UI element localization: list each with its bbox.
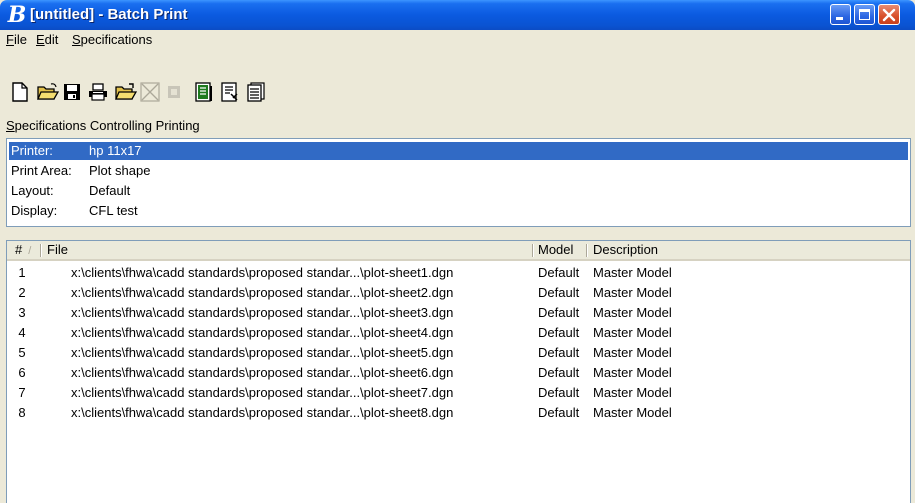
- menu-edit[interactable]: Edit: [36, 32, 58, 48]
- specifications-label: Specifications Controlling Printing: [6, 118, 200, 133]
- row-number: 5: [18, 345, 26, 360]
- printer-setup-button[interactable]: [192, 80, 216, 104]
- print-icon: [89, 83, 107, 101]
- page-setup-icon: [221, 82, 238, 102]
- spec-key: Printer:: [11, 143, 53, 158]
- specifications-list[interactable]: Printer: hp 11x17 Print Area: Plot shape…: [6, 138, 911, 227]
- row-file: x:\clients\fhwa\cadd standards\proposed …: [71, 405, 454, 420]
- file-row[interactable]: 6 x:\clients\fhwa\cadd standards\propose…: [7, 363, 910, 383]
- spec-row-printer[interactable]: Printer: hp 11x17: [9, 142, 908, 160]
- new-file-icon: [12, 82, 28, 102]
- file-row[interactable]: 4 x:\clients\fhwa\cadd standards\propose…: [7, 323, 910, 343]
- menu-bar: File Edit Specifications: [0, 30, 915, 50]
- column-divider[interactable]: [532, 244, 534, 257]
- spec-row-layout[interactable]: Layout: Default: [9, 182, 908, 200]
- row-model: Default: [538, 405, 580, 420]
- spec-row-display[interactable]: Display: CFL test: [9, 202, 908, 220]
- delete-button: [138, 80, 162, 104]
- column-header-number[interactable]: # /: [15, 241, 31, 259]
- close-button[interactable]: [878, 4, 900, 25]
- new-button[interactable]: [8, 80, 32, 104]
- print-button[interactable]: [86, 80, 110, 104]
- file-row[interactable]: 7 x:\clients\fhwa\cadd standards\propose…: [7, 383, 910, 403]
- file-row[interactable]: 3 x:\clients\fhwa\cadd standards\propose…: [7, 303, 910, 323]
- print-all-button[interactable]: [244, 80, 268, 104]
- file-row[interactable]: 5 x:\clients\fhwa\cadd standards\propose…: [7, 343, 910, 363]
- row-description: Master Model: [593, 265, 672, 280]
- row-description: Master Model: [593, 405, 672, 420]
- disabled-placeholder-icon: [168, 86, 180, 98]
- minimize-button[interactable]: [830, 4, 851, 25]
- open-specification-icon: [115, 83, 137, 100]
- column-divider[interactable]: [40, 244, 42, 257]
- column-header-description[interactable]: Description: [593, 241, 658, 259]
- app-icon: B: [7, 2, 27, 28]
- open-specification-button[interactable]: [114, 80, 138, 104]
- row-file: x:\clients\fhwa\cadd standards\proposed …: [71, 305, 454, 320]
- menu-file[interactable]: File: [6, 32, 27, 48]
- spec-key: Display:: [11, 203, 58, 218]
- save-icon: [64, 84, 80, 100]
- file-list[interactable]: # / File Model Description 1 x:\clients\f…: [6, 240, 911, 503]
- disabled-tool-button: [162, 80, 186, 104]
- row-model: Default: [538, 385, 580, 400]
- column-number-label: #: [15, 242, 23, 257]
- file-row[interactable]: 2 x:\clients\fhwa\cadd standards\propose…: [7, 283, 910, 303]
- spec-value: CFL test: [89, 203, 138, 218]
- row-description: Master Model: [593, 365, 672, 380]
- row-number: 4: [18, 325, 26, 340]
- column-header-model[interactable]: Model: [538, 241, 573, 259]
- printer-setup-icon: [195, 82, 212, 102]
- sort-arrow-icon: /: [28, 245, 32, 257]
- save-button[interactable]: [60, 80, 84, 104]
- row-model: Default: [538, 305, 580, 320]
- file-row[interactable]: 1 x:\clients\fhwa\cadd standards\propose…: [7, 263, 910, 283]
- spec-key: Print Area:: [11, 163, 72, 178]
- column-divider[interactable]: [586, 244, 588, 257]
- row-model: Default: [538, 345, 580, 360]
- row-model: Default: [538, 365, 580, 380]
- row-description: Master Model: [593, 325, 672, 340]
- spec-value: Default: [89, 183, 131, 198]
- row-file: x:\clients\fhwa\cadd standards\proposed …: [71, 325, 454, 340]
- window-title: [untitled] - Batch Print: [30, 6, 188, 23]
- spec-key: Layout:: [11, 183, 54, 198]
- print-all-icon: [247, 82, 265, 102]
- row-model: Default: [538, 265, 580, 280]
- open-folder-icon: [37, 83, 59, 100]
- spec-row-print-area[interactable]: Print Area: Plot shape: [9, 162, 908, 180]
- row-file: x:\clients\fhwa\cadd standards\proposed …: [71, 365, 454, 380]
- column-header-file[interactable]: File: [47, 241, 68, 259]
- row-description: Master Model: [593, 385, 672, 400]
- row-number: 3: [18, 305, 26, 320]
- file-list-header: # / File Model Description: [7, 241, 910, 261]
- row-model: Default: [538, 285, 580, 300]
- open-button[interactable]: [36, 80, 60, 104]
- row-number: 6: [18, 365, 26, 380]
- row-number: 7: [18, 385, 26, 400]
- row-file: x:\clients\fhwa\cadd standards\proposed …: [71, 265, 454, 280]
- spec-value: hp 11x17: [89, 143, 142, 158]
- close-icon: [882, 8, 896, 22]
- maximize-icon: [859, 9, 870, 20]
- batch-print-window: B [untitled] - Batch Print File Edit Spe…: [0, 0, 915, 503]
- title-bar[interactable]: B [untitled] - Batch Print: [0, 0, 915, 30]
- row-file: x:\clients\fhwa\cadd standards\proposed …: [71, 285, 454, 300]
- page-setup-button[interactable]: [218, 80, 242, 104]
- row-model: Default: [538, 325, 580, 340]
- minimize-icon: [836, 17, 843, 20]
- row-number: 2: [18, 285, 26, 300]
- row-file: x:\clients\fhwa\cadd standards\proposed …: [71, 385, 454, 400]
- maximize-button[interactable]: [854, 4, 875, 25]
- row-description: Master Model: [593, 285, 672, 300]
- row-description: Master Model: [593, 305, 672, 320]
- row-number: 8: [18, 405, 26, 420]
- row-file: x:\clients\fhwa\cadd standards\proposed …: [71, 345, 454, 360]
- menu-specifications[interactable]: Specifications: [72, 32, 152, 48]
- delete-icon: [140, 82, 160, 102]
- row-number: 1: [18, 265, 26, 280]
- spec-value: Plot shape: [89, 163, 151, 178]
- row-description: Master Model: [593, 345, 672, 360]
- file-row[interactable]: 8 x:\clients\fhwa\cadd standards\propose…: [7, 403, 910, 423]
